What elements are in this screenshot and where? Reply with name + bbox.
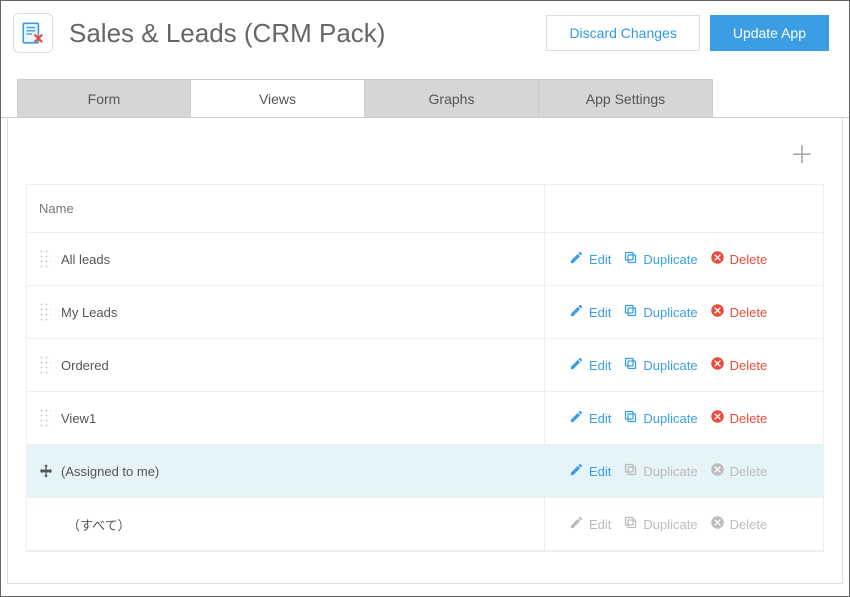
delete-label: Delete [730,358,768,373]
duplicate-label: Duplicate [643,464,697,479]
view-row: Ordered Edit Duplicate Delete [27,339,823,392]
view-name-label: （すべて） [67,515,131,534]
duplicate-action[interactable]: Duplicate [623,303,697,321]
delete-icon [710,250,725,268]
view-row: (Assigned to me) Edit Duplicate Delete [27,445,823,498]
duplicate-icon [623,303,638,321]
duplicate-action[interactable]: Duplicate [623,356,697,374]
duplicate-action[interactable]: Duplicate [623,250,697,268]
view-name-label: Ordered [61,358,109,373]
duplicate-label: Duplicate [643,358,697,373]
view-name-cell[interactable]: (Assigned to me) [27,445,545,497]
tab-app-settings[interactable]: App Settings [539,79,713,117]
duplicate-icon [623,462,638,480]
view-name-cell[interactable]: （すべて） [27,498,545,550]
delete-action[interactable]: Delete [710,303,768,321]
pencil-icon [569,303,584,321]
delete-action[interactable]: Delete [710,409,768,427]
page-title: Sales & Leads (CRM Pack) [69,18,530,49]
drag-handle-icon[interactable] [39,249,51,269]
edit-action[interactable]: Edit [569,250,611,268]
edit-action[interactable]: Edit [569,462,611,480]
views-table: Name All leadsEditDuplicateDeleteMy Lead… [26,184,824,552]
drag-handle-icon[interactable] [39,302,51,322]
duplicate-icon [623,250,638,268]
tab-bar: FormViewsGraphsApp Settings [17,79,833,117]
view-name-label: All leads [61,252,110,267]
duplicate-icon [623,356,638,374]
duplicate-icon [623,515,638,533]
duplicate-action: Duplicate [623,515,697,533]
duplicate-label: Duplicate [643,305,697,320]
pencil-icon [569,515,584,533]
view-row: （すべて） Edit Duplicate Delete [27,498,823,551]
delete-icon [710,462,725,480]
actions-cell: Edit Duplicate Delete [545,445,823,497]
edit-action[interactable]: Edit [569,356,611,374]
app-header: Sales & Leads (CRM Pack) Discard Changes… [1,1,849,61]
duplicate-action[interactable]: Duplicate [623,409,697,427]
view-row: All leads Edit Duplicate Delete [27,233,823,286]
discard-button[interactable]: Discard Changes [546,15,699,51]
duplicate-label: Duplicate [643,411,697,426]
delete-action[interactable]: Delete [710,250,768,268]
pencil-icon [569,409,584,427]
actions-cell: Edit Duplicate Delete [545,392,823,444]
delete-label: Delete [730,305,768,320]
view-name-label: My Leads [61,305,117,320]
actions-cell: Edit Duplicate Delete [545,339,823,391]
delete-icon [710,303,725,321]
delete-label: Delete [730,252,768,267]
edit-label: Edit [589,411,611,426]
edit-label: Edit [589,252,611,267]
pencil-icon [569,250,584,268]
edit-label: Edit [589,517,611,532]
pencil-icon [569,356,584,374]
tab-form[interactable]: Form [17,79,191,117]
update-app-button[interactable]: Update App [710,15,829,51]
delete-action: Delete [710,462,768,480]
edit-action[interactable]: Edit [569,409,611,427]
edit-action[interactable]: Edit [569,303,611,321]
edit-label: Edit [589,464,611,479]
edit-label: Edit [589,358,611,373]
pencil-icon [569,462,584,480]
actions-cell: Edit Duplicate Delete [545,286,823,338]
duplicate-icon [623,409,638,427]
view-name-cell[interactable]: View1 [27,392,545,444]
view-row: View1 Edit Duplicate Delete [27,392,823,445]
delete-action: Delete [710,515,768,533]
column-header-name: Name [27,185,545,232]
view-row: My Leads Edit Duplicate Delete [27,286,823,339]
delete-label: Delete [730,464,768,479]
delete-icon [710,409,725,427]
drag-handle-icon[interactable] [39,355,51,375]
tab-views[interactable]: Views [191,79,365,117]
view-name-cell[interactable]: Ordered [27,339,545,391]
move-cursor-icon[interactable] [37,462,55,480]
drag-handle-icon[interactable] [39,408,51,428]
duplicate-action: Duplicate [623,462,697,480]
app-icon [13,13,53,53]
actions-cell: Edit Duplicate Delete [545,233,823,285]
table-header-row: Name [27,185,823,233]
delete-label: Delete [730,517,768,532]
delete-action[interactable]: Delete [710,356,768,374]
view-name-label: (Assigned to me) [61,464,159,479]
duplicate-label: Duplicate [643,517,697,532]
view-name-cell[interactable]: All leads [27,233,545,285]
edit-action: Edit [569,515,611,533]
delete-icon [710,515,725,533]
delete-label: Delete [730,411,768,426]
view-name-cell[interactable]: My Leads [27,286,545,338]
add-view-icon[interactable]: ＋ [790,144,814,168]
tab-graphs[interactable]: Graphs [365,79,539,117]
delete-icon [710,356,725,374]
views-panel: ＋ Name All leadsEditDuplicateDeleteMy Le… [7,118,843,584]
actions-cell: Edit Duplicate Delete [545,498,823,550]
view-name-label: View1 [61,411,96,426]
edit-label: Edit [589,305,611,320]
duplicate-label: Duplicate [643,252,697,267]
